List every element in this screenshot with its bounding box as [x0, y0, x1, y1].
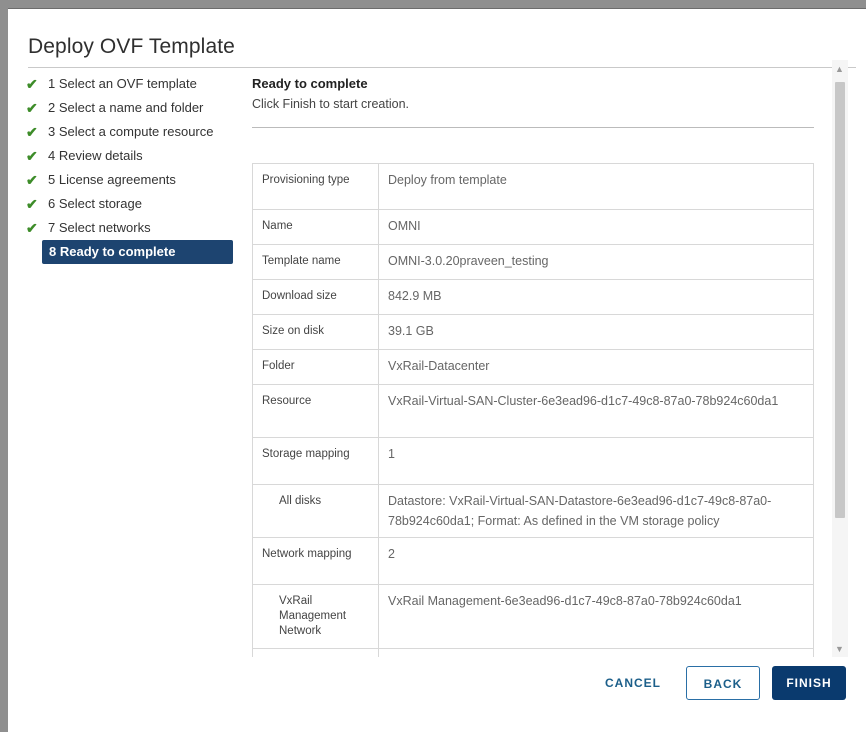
step-5[interactable]: ✔ 5 License agreements: [24, 168, 234, 192]
table-row: Name OMNI: [252, 209, 814, 245]
step-label: 6 Select storage: [48, 196, 142, 211]
row-value: Deploy from template: [378, 163, 814, 210]
check-icon: ✔: [26, 196, 38, 212]
row-label: Template name: [252, 244, 379, 280]
step-1[interactable]: ✔ 1 Select an OVF template: [24, 72, 234, 96]
step-2[interactable]: ✔ 2 Select a name and folder: [24, 96, 234, 120]
row-label: Provisioning type: [252, 163, 379, 210]
step-label: 2 Select a name and folder: [48, 100, 204, 115]
table-row: Storage mapping 1: [252, 437, 814, 485]
row-value: OMNI-3.0.20praveen_testing: [378, 244, 814, 280]
scroll-thumb[interactable]: [835, 82, 845, 518]
table-row: [252, 648, 814, 657]
row-label: Resource: [252, 384, 379, 438]
main-content: Ready to complete Click Finish to start …: [252, 60, 832, 657]
table-row: Download size 842.9 MB: [252, 279, 814, 315]
check-icon: ✔: [26, 220, 38, 236]
row-label: Network mapping: [252, 537, 379, 585]
step-label: 3 Select a compute resource: [48, 124, 214, 139]
row-value: VxRail-Virtual-SAN-Cluster-6e3ead96-d1c7…: [378, 384, 814, 438]
table-row: VxRail Management Network VxRail Managem…: [252, 584, 814, 649]
section-subheading: Click Finish to start creation.: [252, 97, 409, 111]
table-row: All disks Datastore: VxRail-Virtual-SAN-…: [252, 484, 814, 538]
table-row: Size on disk 39.1 GB: [252, 314, 814, 350]
vertical-scrollbar[interactable]: ▲ ▼: [832, 60, 848, 657]
finish-button[interactable]: FINISH: [772, 666, 846, 700]
row-value: 1: [378, 437, 814, 485]
summary-table: Provisioning type Deploy from template N…: [252, 163, 814, 657]
table-row: Folder VxRail-Datacenter: [252, 349, 814, 385]
content-divider: [252, 127, 814, 128]
check-icon: ✔: [26, 172, 38, 188]
row-label: Folder: [252, 349, 379, 385]
section-heading: Ready to complete: [252, 76, 368, 91]
row-label: Name: [252, 209, 379, 245]
row-value-empty: [378, 648, 814, 657]
step-7[interactable]: ✔ 7 Select networks: [24, 216, 234, 240]
check-icon: ✔: [26, 100, 38, 116]
row-value: OMNI: [378, 209, 814, 245]
row-label: Download size: [252, 279, 379, 315]
step-label: 4 Review details: [48, 148, 143, 163]
table-row: Resource VxRail-Virtual-SAN-Cluster-6e3e…: [252, 384, 814, 438]
table-row: Template name OMNI-3.0.20praveen_testing: [252, 244, 814, 280]
row-label: Size on disk: [252, 314, 379, 350]
row-label: VxRail Management Network: [252, 584, 379, 649]
step-6[interactable]: ✔ 6 Select storage: [24, 192, 234, 216]
table-row: Provisioning type Deploy from template: [252, 163, 814, 210]
row-value: 39.1 GB: [378, 314, 814, 350]
step-3[interactable]: ✔ 3 Select a compute resource: [24, 120, 234, 144]
row-label-empty: [252, 648, 379, 657]
row-value: VxRail-Datacenter: [378, 349, 814, 385]
step-4[interactable]: ✔ 4 Review details: [24, 144, 234, 168]
row-value: Datastore: VxRail-Virtual-SAN-Datastore-…: [378, 484, 814, 538]
row-value: 842.9 MB: [378, 279, 814, 315]
wizard-steps: ✔ 1 Select an OVF template ✔ 2 Select a …: [24, 72, 234, 264]
check-icon: ✔: [26, 124, 38, 140]
step-label: 5 License agreements: [48, 172, 176, 187]
table-row: Network mapping 2: [252, 537, 814, 585]
row-value: 2: [378, 537, 814, 585]
step-8-active[interactable]: 8 Ready to complete: [42, 240, 233, 264]
scroll-down-icon[interactable]: ▼: [835, 644, 844, 654]
step-label: 8 Ready to complete: [49, 244, 176, 259]
step-label: 7 Select networks: [48, 220, 151, 235]
row-label: All disks: [252, 484, 379, 538]
back-button[interactable]: BACK: [686, 666, 760, 700]
cancel-button[interactable]: CANCEL: [598, 666, 668, 700]
step-label: 1 Select an OVF template: [48, 76, 197, 91]
check-icon: ✔: [26, 76, 38, 92]
row-label: Storage mapping: [252, 437, 379, 485]
check-icon: ✔: [26, 148, 38, 164]
scroll-up-icon[interactable]: ▲: [835, 64, 844, 74]
row-value: VxRail Management-6e3ead96-d1c7-49c8-87a…: [378, 584, 814, 649]
dialog-title: Deploy OVF Template: [28, 35, 235, 58]
